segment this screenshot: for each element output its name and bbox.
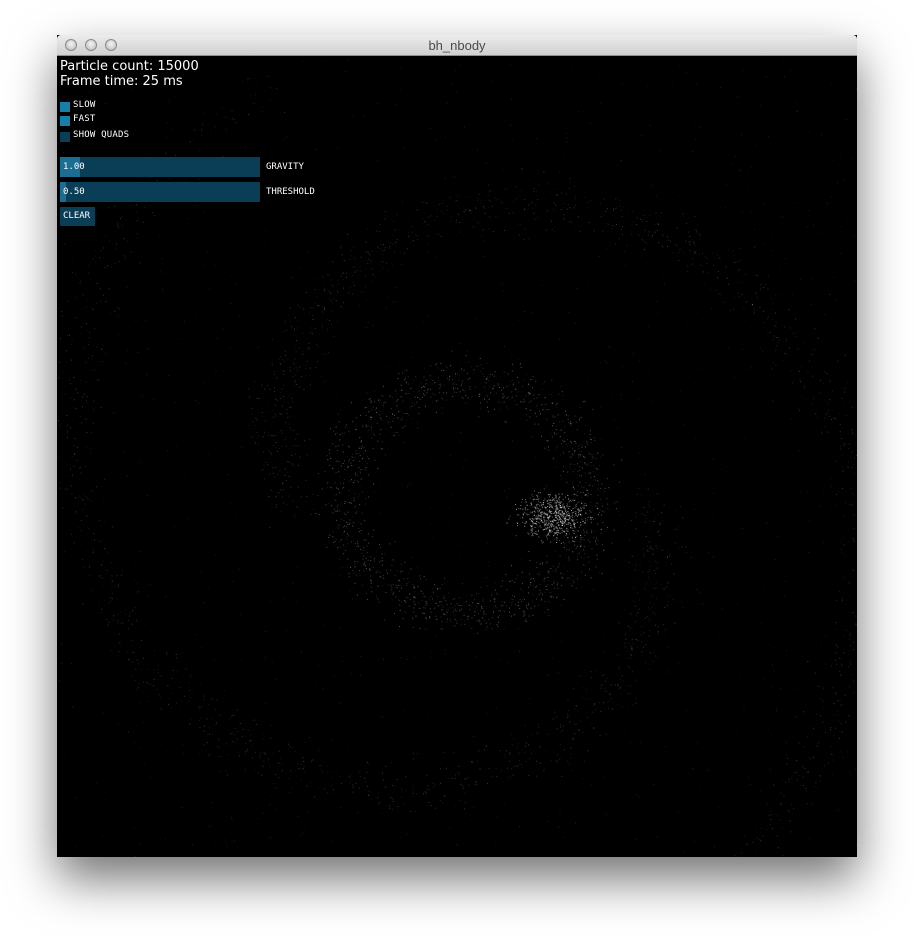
app-window: bh_nbody Particle count: 15000 Frame tim…: [57, 35, 857, 857]
frame-time-text: Frame time: 25 ms: [60, 74, 183, 89]
gravity-value: 1.00: [63, 162, 85, 172]
slow-checkbox[interactable]: [60, 102, 70, 112]
fast-checkbox[interactable]: [60, 116, 70, 126]
threshold-label: THRESHOLD: [266, 187, 315, 197]
threshold-value: 0.50: [63, 187, 85, 197]
show-quads-checkbox[interactable]: [60, 132, 70, 142]
threshold-slider[interactable]: 0.50 THRESHOLD: [60, 182, 315, 202]
slow-label: SLOW: [73, 100, 96, 110]
particle-count-text: Particle count: 15000: [60, 59, 199, 74]
window-title: bh_nbody: [428, 38, 486, 53]
fast-label: FAST: [73, 114, 96, 124]
gravity-slider[interactable]: 1.00 GRAVITY: [60, 157, 304, 177]
simulation-canvas[interactable]: Particle count: 15000 Frame time: 25 ms …: [57, 56, 857, 857]
show-quads-label: SHOW QUADS: [73, 130, 130, 140]
title-bar[interactable]: bh_nbody: [57, 35, 857, 56]
gravity-label: GRAVITY: [266, 162, 304, 172]
clear-button[interactable]: CLEAR: [60, 207, 95, 226]
